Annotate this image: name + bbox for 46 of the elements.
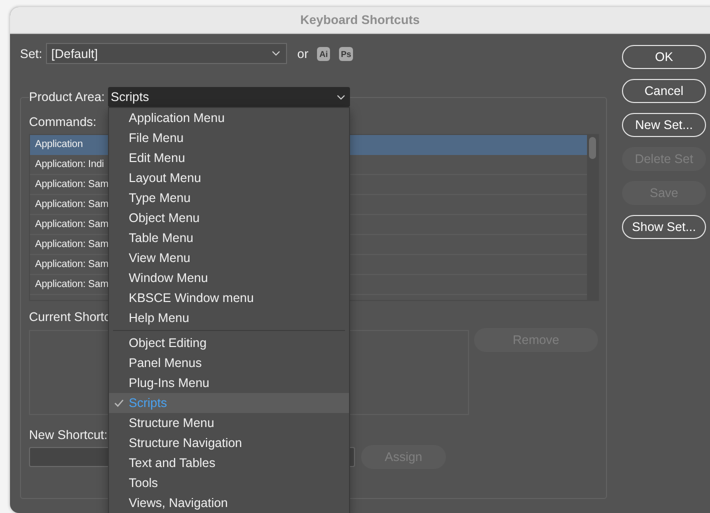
command-name[interactable]: Application [35, 139, 83, 150]
menu-item[interactable]: Text and Tables [108, 453, 349, 473]
checkmark-icon [114, 399, 124, 407]
dialog-button[interactable]: Show Set... [622, 215, 706, 239]
current-shortcuts-label: Current Shortc [29, 310, 110, 326]
chevron-icon [336, 94, 345, 100]
command-name[interactable]: Application: Sam [35, 219, 108, 230]
menu-item[interactable]: Object Editing [108, 333, 349, 353]
command-name[interactable]: Application: Indi [35, 159, 104, 170]
command-name[interactable]: Application: Sam [35, 279, 108, 290]
menu-item[interactable]: Tools [108, 473, 349, 493]
menu-item[interactable]: Panel Menus [108, 353, 349, 373]
product-area-dropdown[interactable]: Scripts [108, 87, 350, 107]
dialog-button[interactable]: New Set... [622, 113, 706, 137]
menu-item[interactable]: Help Menu [108, 308, 349, 328]
menu-item[interactable]: View Menu [108, 248, 349, 268]
command-name[interactable]: Application: Sam [35, 199, 108, 210]
scrollbar[interactable] [587, 135, 598, 300]
command-name[interactable]: Application: Sam [35, 259, 108, 270]
menu-item[interactable]: Edit Menu [108, 148, 349, 168]
menu-item[interactable]: KBSCE Window menu [108, 288, 349, 308]
command-name[interactable]: Application: Sam [35, 239, 108, 250]
menu-item[interactable]: Structure Menu [108, 413, 349, 433]
set-dropdown[interactable]: [Default] [46, 43, 288, 64]
commands-label: Commands: [29, 115, 96, 131]
menu-item[interactable]: Plug-Ins Menu [108, 373, 349, 393]
menu-item[interactable]: Table Menu [108, 228, 349, 248]
menu-item[interactable]: Structure Navigation [108, 433, 349, 453]
menu-item[interactable]: File Menu [108, 128, 349, 148]
menu-item[interactable]: Type Menu [108, 188, 349, 208]
menu-item[interactable]: Object Menu [108, 208, 349, 228]
dialog-button[interactable]: Cancel [622, 79, 706, 103]
set-label: Set: [20, 46, 42, 60]
menu-item[interactable]: Window Menu [108, 268, 349, 288]
menu-item[interactable]: Layout Menu [108, 168, 349, 188]
app-badge[interactable]: Ps [338, 46, 354, 60]
or-label: or [297, 46, 308, 60]
chevron-icon [272, 51, 280, 56]
product-area-label: Product Area: [29, 90, 108, 104]
new-shortcut-label: New Shortcut: [29, 428, 108, 444]
app-badge[interactable]: Ai [317, 46, 330, 60]
command-name[interactable]: Application: Sam [35, 179, 108, 190]
menu-item[interactable]: Application Menu [108, 108, 349, 128]
menu-item[interactable]: Views, Navigation [108, 493, 349, 513]
dialog-button[interactable]: OK [622, 45, 706, 69]
window-title: Keyboard Shortcuts [300, 13, 420, 27]
